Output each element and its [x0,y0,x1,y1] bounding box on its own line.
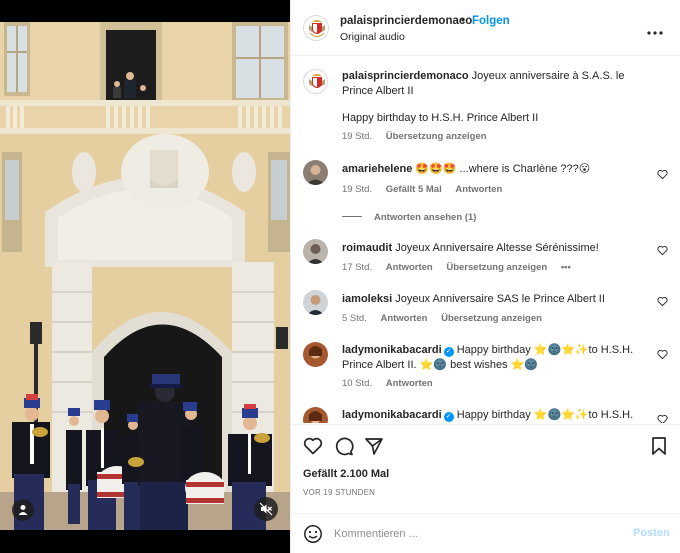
comment-text: amariehelene 🤩🤩🤩 ...where is Charlène ??… [342,162,642,177]
verified-badge-icon: ✓ [443,347,454,357]
post-button[interactable]: Posten [633,527,670,539]
emoji-icon[interactable] [303,524,323,544]
commenter-avatar[interactable] [303,239,328,264]
crest-icon [309,74,325,88]
speaker-muted-icon [259,502,273,516]
mute-button[interactable] [254,497,278,521]
heart-icon[interactable] [657,169,668,180]
heart-icon[interactable] [657,414,668,423]
person-icon [18,505,28,515]
comment-body: Joyeux Anniversaire SAS le Prince Albert… [395,293,605,305]
post-panel: palaisprincierdemonaco • Folgen Original… [290,0,680,553]
caption-text-english: Happy birthday to H.S.H. Prince Albert I… [342,112,539,124]
comment-time[interactable]: 19 Std. [342,184,372,195]
comment-username[interactable]: roimaudit [342,242,392,254]
comment-text: ladymonikabacardi ✓ Happy birthday ⭐🌚⭐✨to… [342,343,642,373]
audio-link[interactable]: Original audio [340,31,405,43]
caption-text: palaisprincierdemonaco Joyeux anniversai… [342,69,642,99]
send-icon[interactable] [364,436,384,456]
user-tag-button[interactable] [12,499,34,521]
header-separator: • [461,15,466,27]
commenter-avatar[interactable] [303,342,328,367]
heart-icon[interactable] [657,349,668,360]
comment-composer: Posten [291,513,680,553]
comment-body: Happy birthday ⭐🌚⭐✨to H.S.H. [456,409,634,421]
translate-button[interactable]: Übersetzung anzeigen [441,313,542,324]
comment-time[interactable]: 17 Std. [342,262,372,273]
comment-body: Joyeux Anniversaire Altesse Sérénissime! [395,242,599,254]
comment-body: 🤩🤩🤩 ...where is Charlène ???😮 [415,163,591,175]
post-media[interactable] [0,0,290,553]
caption-translate-button[interactable]: Übersetzung anzeigen [386,131,487,142]
caption-username[interactable]: palaisprincierdemonaco [342,70,469,82]
comment-icon[interactable] [334,436,354,456]
heart-icon[interactable] [657,245,668,256]
post-header: palaisprincierdemonaco • Folgen Original… [291,0,680,56]
translate-button[interactable]: Übersetzung anzeigen [446,262,547,273]
caption-time[interactable]: 19 Std. [342,131,372,142]
replies-divider [342,216,362,217]
follow-button[interactable]: Folgen [472,15,510,27]
profile-avatar[interactable] [303,15,329,41]
caption-meta: 19 Std. Übersetzung anzeigen [342,131,498,142]
video-frame[interactable] [0,22,290,530]
commenter-avatar[interactable] [303,407,328,423]
reply-button[interactable]: Antworten [380,313,427,324]
comment-meta: 5 Std. Antworten Übersetzung anzeigen [342,313,553,324]
avatar-photo [303,342,328,367]
comments-list[interactable]: palaisprincierdemonaco Joyeux anniversai… [291,57,680,423]
comment-text: roimaudit Joyeux Anniversaire Altesse Sé… [342,241,642,256]
reply-button[interactable]: Antworten [455,184,502,195]
avatar-photo [303,290,328,315]
reply-button[interactable]: Antworten [386,262,433,273]
comment-input[interactable] [334,526,614,542]
caption-avatar[interactable] [303,69,328,94]
view-replies-label: Antworten ansehen (1) [374,212,477,223]
bookmark-icon[interactable] [649,436,669,456]
avatar-photo [303,407,328,423]
comment-username[interactable]: ladymonikabacardi [342,344,442,356]
avatar-photo [303,160,328,185]
comment-time[interactable]: 10 Std. [342,378,372,389]
comment-username[interactable]: iamoleksi [342,293,392,305]
verified-badge-icon: ✓ [443,412,454,422]
palace-scene-image [0,22,290,530]
commenter-avatar[interactable] [303,290,328,315]
comment-text: iamoleksi Joyeux Anniversaire SAS le Pri… [342,292,642,307]
crest-icon [309,20,325,37]
comment-meta: 19 Std. Gefällt 5 Mal Antworten [342,184,513,195]
avatar-photo [303,239,328,264]
more-horizontal-icon[interactable] [647,26,663,40]
header-username[interactable]: palaisprincierdemonaco [340,15,472,27]
comment-meta: 17 Std. Antworten Übersetzung anzeigen •… [342,262,582,273]
commenter-avatar[interactable] [303,160,328,185]
comment-username[interactable]: amariehelene [342,163,412,175]
post-timestamp[interactable]: VOR 19 STUNDEN [303,488,375,497]
like-count[interactable]: Gefällt 2.100 Mal [303,468,389,480]
comment-like-count[interactable]: Gefällt 5 Mal [386,184,442,195]
view-replies-button[interactable]: Antworten ansehen (1) [342,212,476,223]
comment-time[interactable]: 5 Std. [342,313,367,324]
comment-text: ladymonikabacardi ✓ Happy birthday ⭐🌚⭐✨to… [342,408,642,423]
comment-username[interactable]: ladymonikabacardi [342,409,442,421]
reply-button[interactable]: Antworten [386,378,433,389]
comment-more-button[interactable]: ••• [561,262,571,273]
heart-icon[interactable] [657,296,668,307]
action-bar [291,424,680,456]
heart-icon[interactable] [303,436,323,456]
comment-meta: 10 Std. Antworten [342,378,444,389]
